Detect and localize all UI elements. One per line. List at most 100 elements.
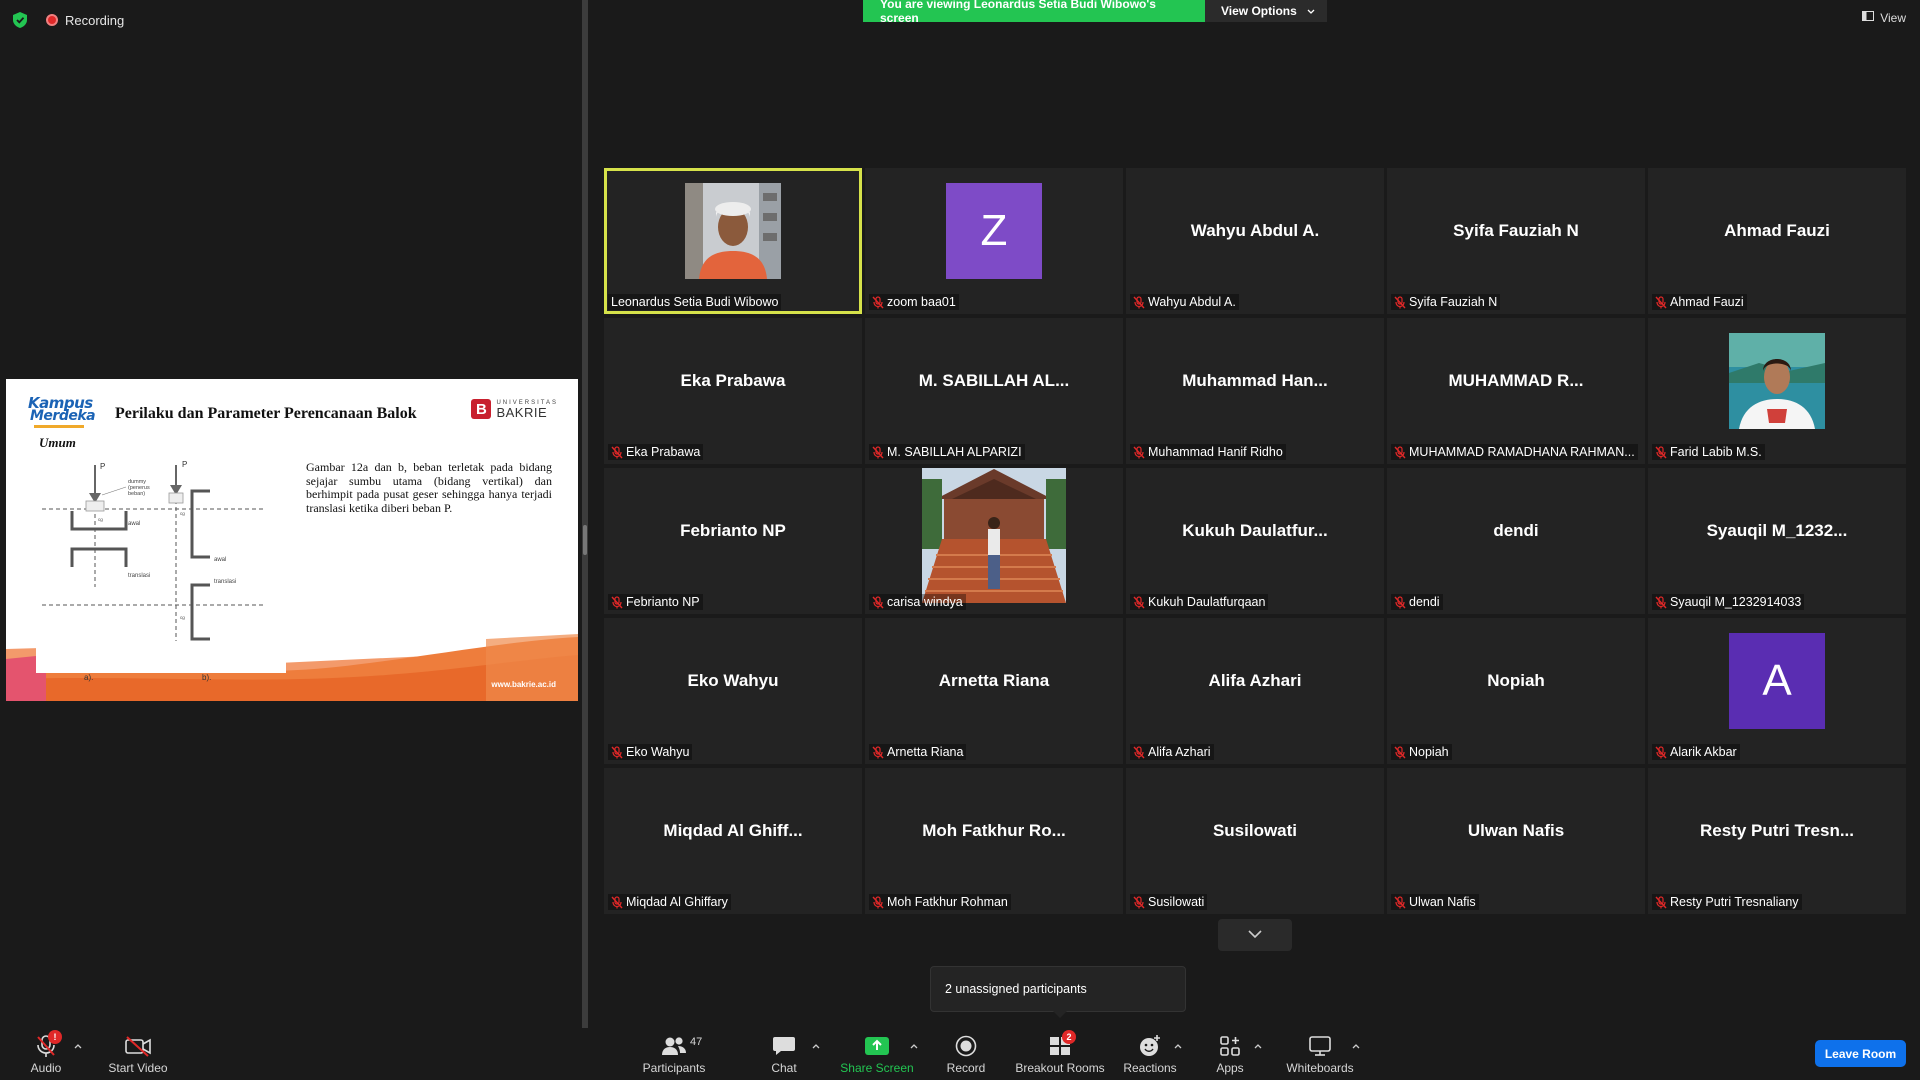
participant-name: Miqdad Al Ghiffary [626,895,728,909]
share-screen-button[interactable]: Share Screen [840,1028,914,1080]
svg-text:beban): beban) [128,491,145,497]
participant-tile[interactable]: Nopiah Nopiah [1387,618,1645,764]
participant-name: Eko Wahyu [626,745,690,759]
view-options-button[interactable]: View Options [1205,0,1327,22]
start-video-button[interactable]: Start Video [106,1028,170,1080]
participants-count: 47 [690,1036,703,1048]
recording-indicator[interactable]: Recording [46,13,124,28]
participant-tile[interactable]: Susilowati Susilowati [1126,768,1384,914]
participant-tile[interactable]: Eka Prabawa Eka Prabawa [604,318,862,464]
shield-icon[interactable] [10,10,30,30]
participant-tile[interactable]: Moh Fatkhur Ro... Moh Fatkhur Rohman [865,768,1123,914]
tile-content: A [1648,618,1906,744]
participant-name: zoom baa01 [887,295,956,309]
tile-content [865,468,1123,603]
participant-display-name: M. SABILLAH AL... [918,371,1070,390]
participant-tile[interactable]: Febrianto NP Febrianto NP [604,468,862,614]
participant-name-label: dendi [1391,594,1443,610]
whiteboards-button[interactable]: Whiteboards [1284,1028,1356,1080]
audio-options-caret[interactable] [72,1040,84,1052]
start-video-label: Start Video [108,1061,168,1075]
participant-tile[interactable]: MUHAMMAD R... MUHAMMAD RAMADHANA RAHMAN..… [1387,318,1645,464]
participant-tile[interactable]: M. SABILLAH AL... M. SABILLAH ALPARIZI [865,318,1123,464]
apps-button[interactable]: Apps [1212,1028,1248,1080]
record-label: Record [946,1061,986,1075]
participant-display-name: Susilowati [1212,821,1298,840]
view-button[interactable]: View [1862,10,1906,25]
record-button[interactable]: Record [944,1028,988,1080]
whiteboards-options-caret[interactable] [1350,1040,1362,1052]
unassigned-participants-tooltip: 2 unassigned participants [930,966,1186,1012]
leave-room-button[interactable]: Leave Room [1815,1040,1906,1067]
participant-tile[interactable]: A Alarik Akbar [1648,618,1906,764]
participant-tile[interactable]: Syifa Fauziah N Syifa Fauziah N [1387,168,1645,314]
participant-display-name: Muhammad Han... [1182,371,1328,390]
tile-content: dendi [1387,468,1645,594]
participant-tile[interactable]: Miqdad Al Ghiff... Miqdad Al Ghiffary [604,768,862,914]
participant-name-label: Farid Labib M.S. [1652,444,1765,460]
participant-name: Susilowati [1148,895,1205,909]
mic-muted-icon [611,895,623,908]
mic-muted-icon [1133,445,1145,458]
participant-name: Alifa Azhari [1148,745,1211,759]
participant-tile[interactable]: Syauqil M_1232... Syauqil M_1232914033 [1648,468,1906,614]
participant-tile[interactable]: Wahyu Abdul A. Wahyu Abdul A. [1126,168,1384,314]
divider-handle[interactable] [583,525,587,555]
participant-tile[interactable]: Leonardus Setia Budi Wibowo [604,168,862,314]
reactions-options-caret[interactable] [1172,1040,1184,1052]
audio-button[interactable]: ! Audio [24,1028,68,1080]
top-left-status: Recording [10,10,124,30]
apps-label: Apps [1216,1061,1244,1075]
mic-muted-icon [1133,745,1145,758]
next-page-button[interactable] [1218,919,1292,951]
slide-subtitle: Umum [39,435,76,450]
breakout-rooms-button[interactable]: 2 Breakout Rooms [1012,1028,1108,1080]
participant-name: Farid Labib M.S. [1670,445,1762,459]
apps-options-caret[interactable] [1252,1040,1264,1052]
chat-label: Chat [771,1061,797,1075]
svg-text:awal: awal [214,557,226,563]
participant-display-name: Wahyu Abdul A. [1190,221,1320,240]
participant-tile[interactable]: Muhammad Han... Muhammad Hanif Ridho [1126,318,1384,464]
breakout-badge: 2 [1062,1030,1076,1044]
participant-tile[interactable]: carisa windya [865,468,1123,614]
grid-view-icon [1862,10,1875,25]
chat-button[interactable]: Chat [766,1028,802,1080]
participant-tile[interactable]: Farid Labib M.S. [1648,318,1906,464]
participant-video-feed [1729,333,1825,429]
participant-tile[interactable]: Ulwan Nafis Ulwan Nafis [1387,768,1645,914]
split-divider[interactable] [582,0,588,1028]
mic-muted-icon [1655,445,1667,458]
participant-tile[interactable]: Arnetta Riana Arnetta Riana [865,618,1123,764]
participant-name: carisa windya [887,595,963,609]
mic-muted-icon [872,895,884,908]
svg-text:cg: cg [98,517,103,522]
participant-tile[interactable]: Eko Wahyu Eko Wahyu [604,618,862,764]
participant-tile[interactable]: Kukuh Daulatfur... Kukuh Daulatfurqaan [1126,468,1384,614]
reactions-button[interactable]: Reactions [1122,1028,1178,1080]
participant-tile[interactable]: Ahmad Fauzi Ahmad Fauzi [1648,168,1906,314]
svg-text:cg: cg [180,615,185,620]
participant-tile[interactable]: Zzoom baa01 [865,168,1123,314]
chevron-down-icon [1307,4,1315,18]
recording-label: Recording [65,12,125,28]
participants-button[interactable]: 47 Participants [638,1028,710,1080]
participant-name-label: Muhammad Hanif Ridho [1130,444,1286,460]
participant-name: Muhammad Hanif Ridho [1148,445,1283,459]
tile-content: Syifa Fauziah N [1387,168,1645,294]
svg-text:P: P [100,462,105,471]
share-options-caret[interactable] [908,1040,920,1052]
tile-content: Moh Fatkhur Ro... [865,768,1123,894]
participant-tile[interactable]: Resty Putri Tresn... Resty Putri Tresnali… [1648,768,1906,914]
mic-muted-icon [872,445,884,458]
view-options-label: View Options [1221,4,1297,18]
tile-content: Miqdad Al Ghiff... [604,768,862,894]
participant-tile[interactable]: dendi dendi [1387,468,1645,614]
participant-name-label: zoom baa01 [869,294,959,310]
participant-display-name: Moh Fatkhur Ro... [922,821,1066,840]
mic-muted-icon [1394,595,1406,608]
apps-icon [1216,1033,1244,1059]
chat-options-caret[interactable] [810,1040,822,1052]
tooltip-arrow [1053,1011,1067,1018]
participant-tile[interactable]: Alifa Azhari Alifa Azhari [1126,618,1384,764]
